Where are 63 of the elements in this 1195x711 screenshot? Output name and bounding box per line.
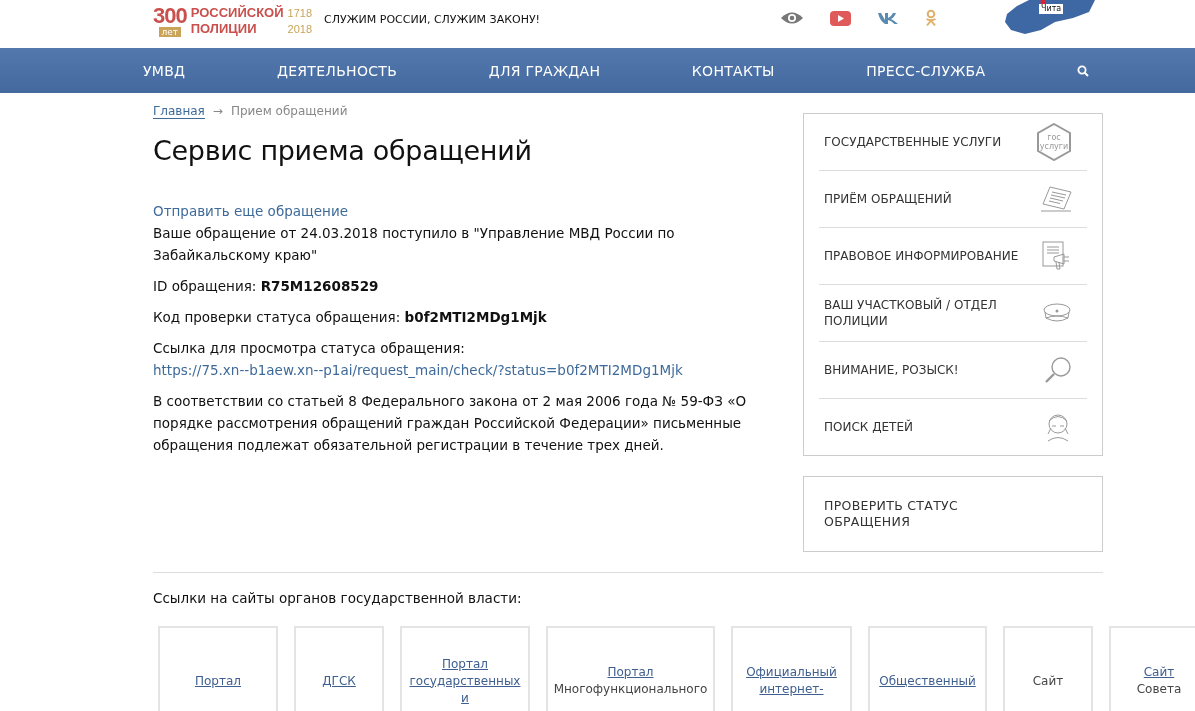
link-card[interactable]: Общественный	[868, 626, 987, 711]
received-text: Ваше обращение от 24.03.2018 поступило в "Управление МВД России по Забайкальскому краю"	[153, 224, 676, 265]
vk-icon[interactable]	[877, 11, 900, 25]
logo-text: РОССИЙСКОЙ	[190, 5, 284, 21]
nav-link[interactable]: УМВД	[143, 62, 186, 79]
slogan: СЛУЖИМ РОССИИ, СЛУЖИМ ЗАКОНУ!	[324, 12, 541, 26]
card-text: Совета	[1136, 681, 1182, 698]
sidebar-item[interactable]: ПОИСК ДЕТЕЙ	[819, 399, 1087, 455]
sidebar-item[interactable]: ВАШ УЧАСТКОВЫЙ / ОТДЕЛ ПОЛИЦИИ	[819, 285, 1087, 342]
section-heading: Ссылки на сайты органов государственной власти:	[153, 590, 523, 606]
card-link[interactable]: Сайт	[1143, 664, 1175, 681]
link-card[interactable]: Портал Многофункционального	[546, 626, 715, 711]
card-link[interactable]: Общественный	[879, 672, 976, 690]
card-text: Сайт	[1032, 672, 1064, 690]
request-id-text: ID обращения: R75M12608529	[153, 277, 380, 296]
nav-link[interactable]: ДЕЯТЕЛЬНОСТЬ	[276, 62, 398, 79]
check-status-button[interactable]: ПРОВЕРИТЬ СТАТУС ОБРАЩЕНИЯ	[803, 476, 1103, 552]
hexagon-badge-icon: гос услуги	[1036, 123, 1072, 161]
card-link[interactable]: Портал	[442, 655, 488, 673]
status-link[interactable]: https://75.xn--b1aew.xn--p1ai/request_main/check/?status=b0f2MTI2MDg1Mjk	[153, 359, 683, 381]
breadcrumb-link[interactable]: Главная	[153, 104, 205, 119]
document-megaphone-icon	[1042, 241, 1072, 271]
link-card[interactable]: Портал государственных и	[400, 626, 530, 711]
nav-link[interactable]: ДЛЯ ГРАЖДАН	[488, 62, 601, 79]
logo-year: 1718	[287, 6, 313, 21]
link-card[interactable]: Портал	[158, 626, 278, 711]
status-link-label: Ссылка для просмотра статуса обращения:	[153, 340, 465, 356]
sidebar-item[interactable]: ГОСУДАРСТВЕННЫЕ УСЛУГИ гос услуги	[819, 114, 1087, 171]
video-play-icon[interactable]	[830, 10, 852, 26]
card-link[interactable]: Портал	[607, 664, 654, 681]
card-link[interactable]: Официальный	[746, 664, 837, 681]
page-title: Сервис приема обращений	[153, 135, 533, 166]
eye-icon[interactable]	[780, 11, 805, 25]
document-icon	[1040, 186, 1072, 212]
logo-number: 300	[153, 5, 187, 27]
law-text: В соответствии со статьей 8 Федерального закона от 2 мая 2006 года № 59-ФЗ «О порядке рассмотрения обращений граждан Российской Федерации» письменные обращения подлежат обязательной регистрации в течение трех дней.	[153, 392, 748, 455]
card-link[interactable]: государственных	[409, 672, 521, 690]
city-label: Чита	[1039, 4, 1064, 14]
logo-text: ПОЛИЦИИ	[190, 21, 258, 37]
magnifier-icon	[1044, 356, 1072, 384]
card-text: Многофункционального	[553, 681, 708, 698]
card-link[interactable]: Портал	[195, 672, 241, 690]
card-link[interactable]: ДГСК	[322, 672, 356, 690]
search-icon[interactable]	[1077, 64, 1089, 77]
breadcrumb-current: Прием обращений	[230, 104, 348, 119]
card-link[interactable]: интернет-	[759, 681, 824, 698]
link-card[interactable]: Сайт Совета	[1109, 626, 1195, 711]
police-cap-icon	[1042, 302, 1072, 324]
nav-link[interactable]: ПРЕСС-СЛУЖБА	[866, 62, 986, 79]
link-card[interactable]: Официальный интернет-	[731, 626, 852, 711]
sidebar-item[interactable]: ПРАВОВОЕ ИНФОРМИРОВАНИЕ	[819, 228, 1087, 285]
nav-link[interactable]: КОНТАКТЫ	[691, 62, 775, 79]
sidebar-item[interactable]: ВНИМАНИЕ, РОЗЫСК!	[819, 342, 1087, 399]
send-again-link[interactable]: Отправить еще обращение	[153, 200, 753, 222]
card-link[interactable]: и	[461, 689, 469, 707]
region-map-icon[interactable]	[1003, 0, 1095, 36]
link-card[interactable]: ДГСК	[294, 626, 384, 711]
logo-years-word: лет	[158, 27, 182, 37]
breadcrumb-separator: →	[212, 104, 223, 119]
sidebar-item[interactable]: ПРИЁМ ОБРАЩЕНИЙ	[819, 171, 1087, 228]
status-code-text: Код проверки статуса обращения: b0f2MTI2MDg1Mjk	[153, 308, 548, 327]
logo-year: 2018	[287, 22, 313, 37]
link-card[interactable]: Сайт	[1003, 626, 1093, 711]
